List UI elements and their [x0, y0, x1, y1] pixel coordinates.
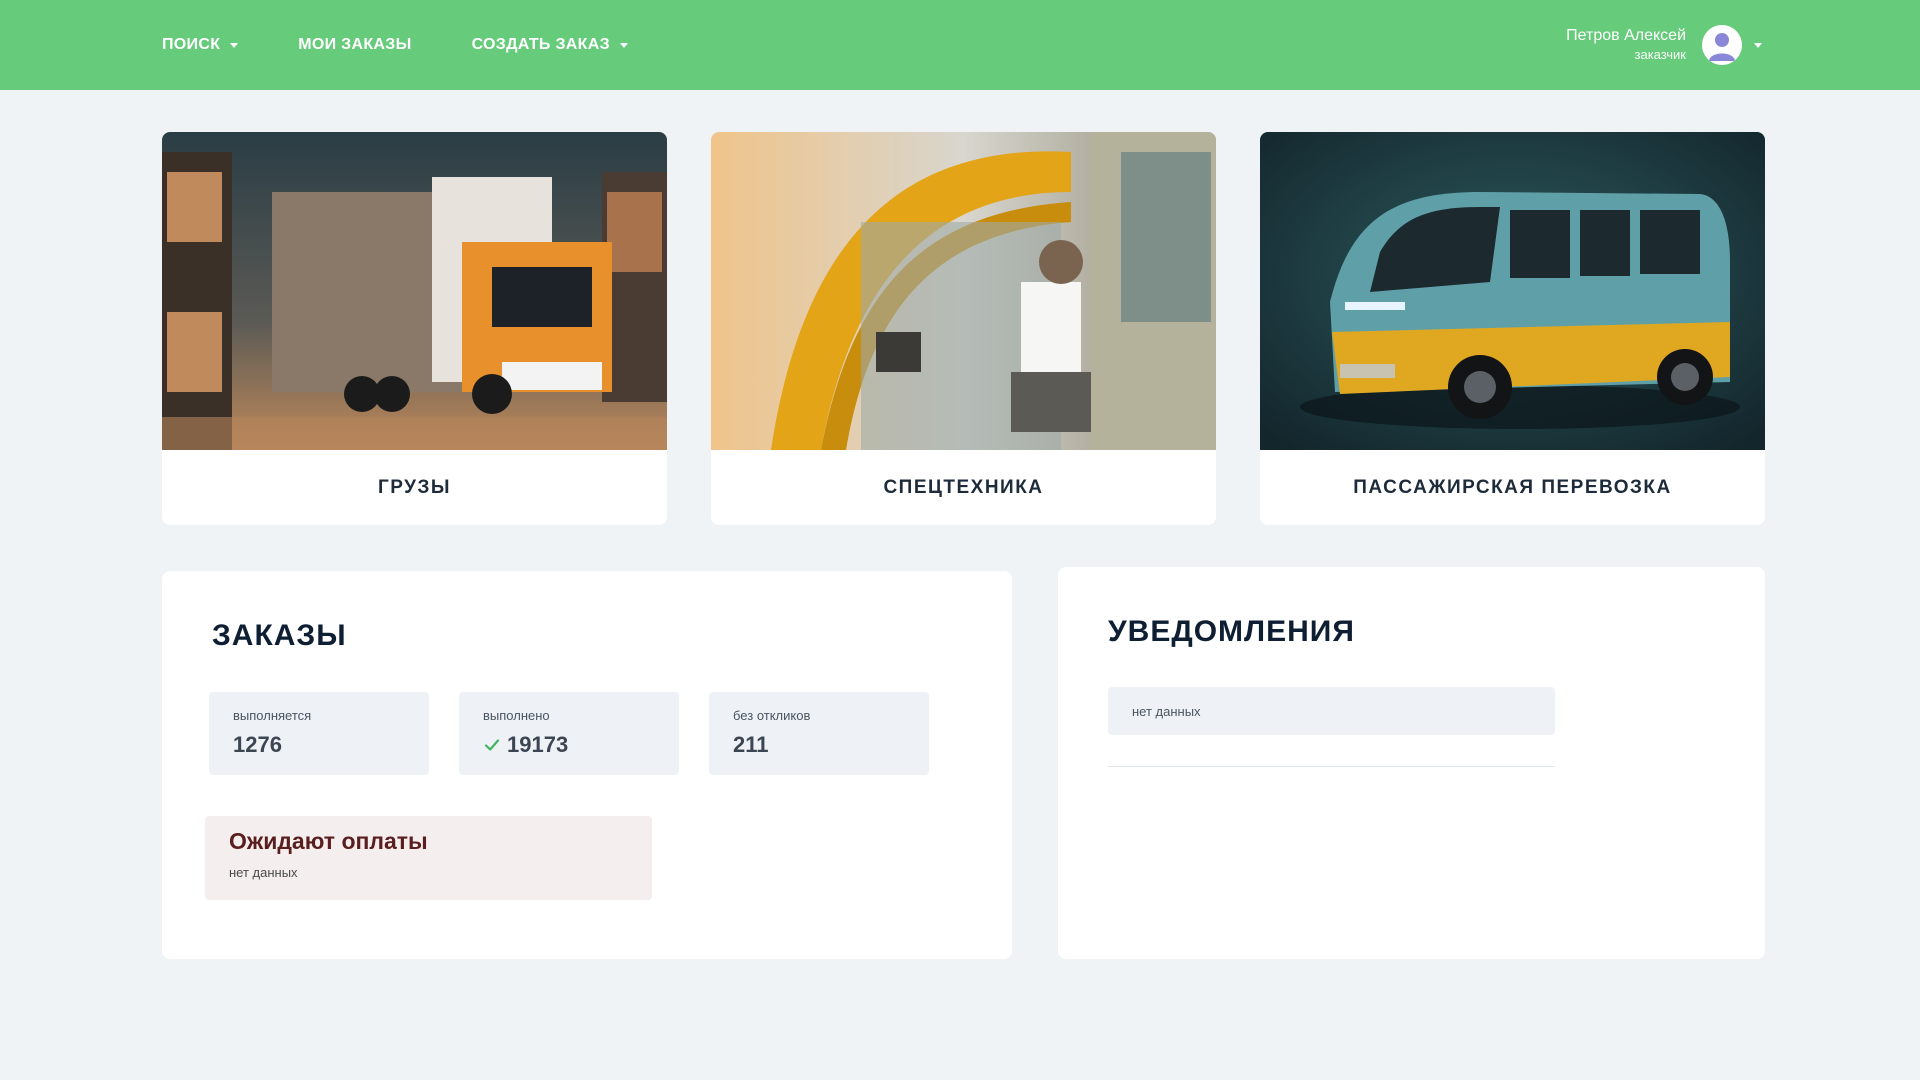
- orders-panel: ЗАКАЗЫ выполняется 1276 выполнено 19173 …: [162, 571, 1012, 959]
- awaiting-payment-empty: нет данных: [229, 865, 298, 880]
- stat-value: 19173: [483, 732, 655, 758]
- user-menu[interactable]: Петров Алексей заказчик: [1566, 0, 1762, 90]
- stat-in-progress[interactable]: выполняется 1276: [209, 692, 429, 775]
- category-card-cargo[interactable]: ГРУЗЫ: [162, 132, 667, 525]
- stat-number: 19173: [507, 732, 569, 757]
- nav-create-order-label: СОЗДАТЬ ЗАКАЗ: [471, 36, 610, 53]
- category-card-special-equipment[interactable]: СПЕЦТЕХНИКА: [711, 132, 1216, 525]
- stat-label: без откликов: [733, 708, 811, 723]
- stat-value: 211: [733, 732, 905, 758]
- category-label: СПЕЦТЕХНИКА: [883, 476, 1044, 498]
- nav-my-orders[interactable]: МОИ ЗАКАЗЫ: [298, 36, 411, 54]
- category-label: ГРУЗЫ: [377, 476, 452, 498]
- main-nav: ПОИСК МОИ ЗАКАЗЫ СОЗДАТЬ ЗАКАЗ: [162, 0, 688, 90]
- notifications-title: УВЕДОМЛЕНИЯ: [1108, 615, 1355, 648]
- stat-number: 211: [733, 732, 769, 757]
- category-card-passenger-transport[interactable]: ПАССАЖИРСКАЯ ПЕРЕВОЗКА: [1260, 132, 1765, 525]
- awaiting-payment-title: Ожидают оплаты: [229, 828, 428, 854]
- notifications-divider: [1108, 766, 1555, 767]
- avatar[interactable]: [1702, 25, 1742, 65]
- notifications-panel: УВЕДОМЛЕНИЯ нет данных: [1058, 567, 1765, 959]
- user-name: Петров Алексей: [1566, 27, 1686, 44]
- category-cards: ГРУЗЫ СПЕЦТЕХНИКА ПАССАЖИРСКАЯ ПЕРЕВОЗКА: [162, 132, 1765, 525]
- truck-image: [162, 132, 667, 450]
- awaiting-payment-box[interactable]: Ожидают оплаты нет данных: [205, 816, 652, 900]
- user-avatar-icon: [1702, 25, 1742, 65]
- stat-value: 1276: [233, 732, 405, 758]
- stat-label: выполнено: [483, 708, 550, 723]
- nav-search[interactable]: ПОИСК: [162, 36, 239, 54]
- stat-label: выполняется: [233, 708, 312, 723]
- order-stats: выполняется 1276 выполнено 19173 без отк…: [209, 692, 929, 775]
- chevron-down-icon: [1754, 42, 1762, 48]
- nav-create-order[interactable]: СОЗДАТЬ ЗАКАЗ: [472, 36, 628, 54]
- category-label: ПАССАЖИРСКАЯ ПЕРЕВОЗКА: [1353, 476, 1672, 498]
- stat-number: 1276: [233, 732, 282, 757]
- user-info: Петров Алексей заказчик: [1566, 26, 1686, 64]
- van-image: [1260, 132, 1765, 450]
- chevron-down-icon: [619, 42, 628, 48]
- user-role: заказчик: [1634, 47, 1687, 62]
- stat-completed[interactable]: выполнено 19173: [459, 692, 679, 775]
- stat-no-responses[interactable]: без откликов 211: [709, 692, 929, 775]
- excavator-cab-image: [711, 132, 1216, 450]
- top-header: ПОИСК МОИ ЗАКАЗЫ СОЗДАТЬ ЗАКАЗ Петров Ал…: [0, 0, 1920, 90]
- chevron-down-icon: [230, 42, 239, 48]
- checkmark-icon: [484, 739, 500, 751]
- nav-search-label: ПОИСК: [162, 36, 221, 53]
- notifications-empty: нет данных: [1108, 687, 1555, 735]
- nav-my-orders-label: МОИ ЗАКАЗЫ: [298, 36, 412, 53]
- orders-title: ЗАКАЗЫ: [212, 619, 347, 652]
